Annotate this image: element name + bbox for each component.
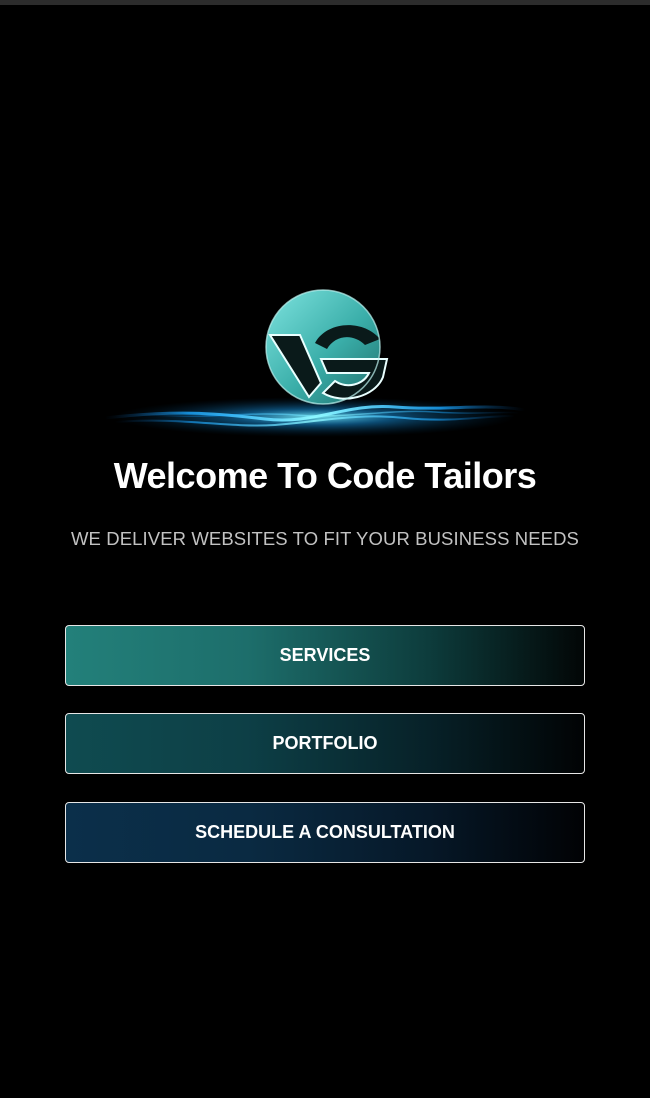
code-tailors-logo <box>95 285 535 450</box>
landing-page: Welcome To Code Tailors WE DELIVER WEBSI… <box>0 0 650 1098</box>
cg-monogram-icon <box>265 289 389 405</box>
page-title: Welcome To Code Tailors <box>113 455 537 496</box>
window-top-bar <box>0 0 650 5</box>
portfolio-button[interactable]: PORTFOLIO <box>65 713 585 774</box>
schedule-consultation-button[interactable]: SCHEDULE A CONSULTATION <box>65 802 585 863</box>
services-button[interactable]: SERVICES <box>65 625 585 686</box>
tagline-text: WE DELIVER WEBSITES TO FIT YOUR BUSINESS… <box>71 528 579 549</box>
